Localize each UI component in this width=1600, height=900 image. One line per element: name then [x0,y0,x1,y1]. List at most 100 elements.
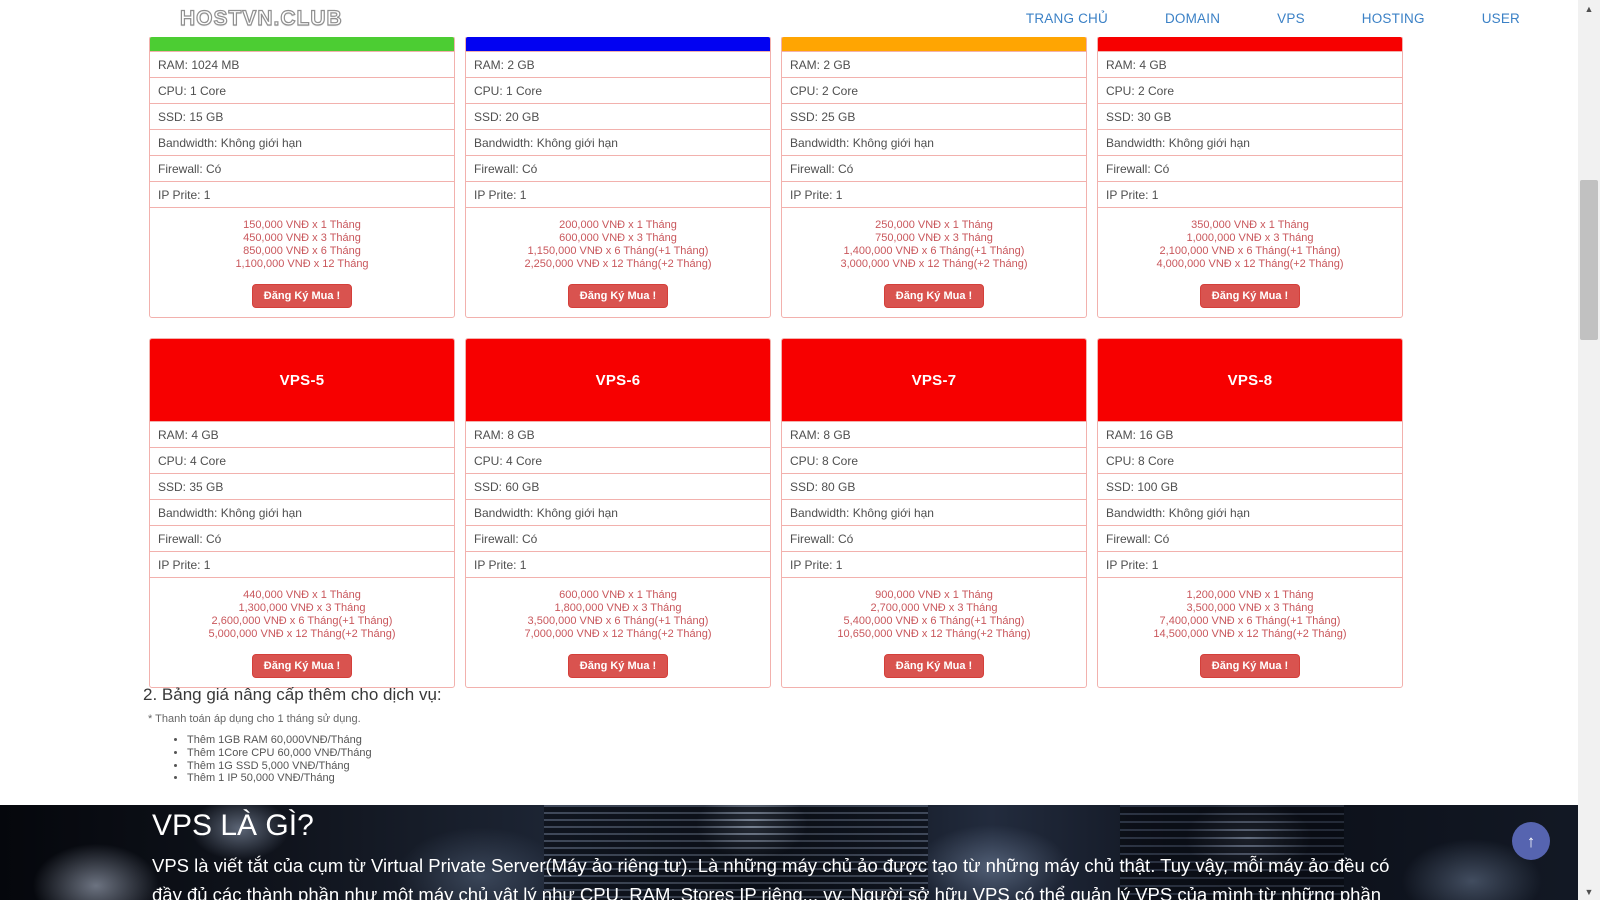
nav-item-user[interactable]: USER [1482,11,1520,26]
spec-ssd: SSD: 25 GB [782,103,1086,129]
browser-scrollbar[interactable]: ▲ ▼ [1578,0,1600,900]
buy-button[interactable]: Đăng Ký Mua ! [1199,284,1301,308]
spec-ip: IP Prite: 1 [1098,551,1402,577]
price-list: 440,000 VNĐ x 1 Tháng 1,300,000 VNĐ x 3 … [150,577,454,646]
price-6-month: 2,100,000 VNĐ x 6 Tháng(+1 Tháng) [1159,245,1341,257]
price-3-month: 450,000 VNĐ x 3 Tháng [243,232,361,244]
price-1-month: 150,000 VNĐ x 1 Tháng [243,219,361,231]
price-6-month: 5,400,000 VNĐ x 6 Tháng(+1 Tháng) [843,615,1025,627]
upgrade-item-ssd: Thêm 1G SSD 5,000 VNĐ/Tháng [187,760,1043,773]
spec-firewall: Firewall: Có [466,155,770,181]
plan-card-vps-6: VPS-6 RAM: 8 GB CPU: 4 Core SSD: 60 GB B… [465,338,771,688]
plan-header: VPS-5 [150,339,454,421]
scrollbar-down-arrow-icon[interactable]: ▼ [1578,883,1600,900]
plan-title: VPS-6 [595,371,641,389]
buy-button[interactable]: Đăng Ký Mua ! [1199,654,1301,678]
plan-card-4: RAM: 4 GB CPU: 2 Core SSD: 30 GB Bandwid… [1097,36,1403,318]
upgrade-item-ram: Thêm 1GB RAM 60,000VNĐ/Tháng [187,734,1043,747]
spec-bandwidth: Bandwidth: Không giới hạn [466,129,770,155]
price-1-month: 1,200,000 VNĐ x 1 Tháng [1186,589,1314,601]
site-logo[interactable]: HOSTVN.CLUB [179,6,343,31]
plan-header: VPS-8 [1098,339,1402,421]
price-12-month: 14,500,000 VNĐ x 12 Tháng(+2 Tháng) [1153,628,1347,640]
upgrade-heading: 2. Bảng giá nâng cấp thêm cho dịch vụ: [143,685,442,704]
spec-cpu: CPU: 2 Core [1098,77,1402,103]
spec-ram: RAM: 2 GB [782,51,1086,77]
plan-header: VPS-6 [466,339,770,421]
plan-card-vps-5: VPS-5 RAM: 4 GB CPU: 4 Core SSD: 35 GB B… [149,338,455,688]
plan-card-3: RAM: 2 GB CPU: 2 Core SSD: 25 GB Bandwid… [781,36,1087,318]
spec-firewall: Firewall: Có [782,155,1086,181]
spec-ram: RAM: 16 GB [1098,421,1402,447]
spec-cpu: CPU: 8 Core [782,447,1086,473]
scroll-to-top-button[interactable]: ↑ [1512,822,1550,860]
price-1-month: 250,000 VNĐ x 1 Tháng [875,219,993,231]
upgrade-note: * Thanh toán áp dụng cho 1 tháng sử dụng… [148,713,361,725]
plan-header [782,37,1086,51]
upgrade-item-ip: Thêm 1 IP 50,000 VNĐ/Tháng [187,772,1043,785]
buy-button[interactable]: Đăng Ký Mua ! [251,654,353,678]
vps-info-hero: VPS LÀ GÌ? VPS là viết tắt của cụm từ Vi… [0,805,1600,900]
price-12-month: 5,000,000 VNĐ x 12 Tháng(+2 Tháng) [208,628,396,640]
price-6-month: 2,600,000 VNĐ x 6 Tháng(+1 Tháng) [211,615,393,627]
plan-header [466,37,770,51]
spec-cpu: CPU: 2 Core [782,77,1086,103]
spec-ssd: SSD: 30 GB [1098,103,1402,129]
price-list: 200,000 VNĐ x 1 Tháng 600,000 VNĐ x 3 Th… [466,207,770,276]
buy-button[interactable]: Đăng Ký Mua ! [251,284,353,308]
spec-ip: IP Prite: 1 [782,551,1086,577]
buy-button[interactable]: Đăng Ký Mua ! [883,654,985,678]
plan-header [1098,37,1402,51]
top-navbar: HOSTVN.CLUB TRANG CHỦ DOMAIN VPS HOSTING… [0,0,1578,37]
scrollbar-thumb[interactable] [1580,180,1598,340]
spec-cpu: CPU: 4 Core [150,447,454,473]
buy-row: Đăng Ký Mua ! [782,276,1086,317]
upgrade-item-cpu: Thêm 1Core CPU 60,000 VNĐ/Tháng [187,747,1043,760]
nav-item-hosting[interactable]: HOSTING [1362,11,1425,26]
spec-ssd: SSD: 100 GB [1098,473,1402,499]
spec-ram: RAM: 8 GB [466,421,770,447]
price-3-month: 1,800,000 VNĐ x 3 Tháng [554,602,682,614]
upgrade-section: 2. Bảng giá nâng cấp thêm cho dịch vụ: *… [143,685,1043,785]
price-12-month: 7,000,000 VNĐ x 12 Tháng(+2 Tháng) [524,628,712,640]
spec-ssd: SSD: 35 GB [150,473,454,499]
buy-button[interactable]: Đăng Ký Mua ! [567,284,669,308]
price-1-month: 440,000 VNĐ x 1 Tháng [243,589,361,601]
spec-cpu: CPU: 1 Core [466,77,770,103]
spec-ip: IP Prite: 1 [1098,181,1402,207]
spec-bandwidth: Bandwidth: Không giới hạn [150,499,454,525]
price-1-month: 600,000 VNĐ x 1 Tháng [559,589,677,601]
spec-firewall: Firewall: Có [150,155,454,181]
price-1-month: 350,000 VNĐ x 1 Tháng [1191,219,1309,231]
spec-ram: RAM: 4 GB [1098,51,1402,77]
price-6-month: 7,400,000 VNĐ x 6 Tháng(+1 Tháng) [1159,615,1341,627]
buy-button[interactable]: Đăng Ký Mua ! [567,654,669,678]
spec-bandwidth: Bandwidth: Không giới hạn [466,499,770,525]
nav-item-domain[interactable]: DOMAIN [1165,11,1220,26]
spec-bandwidth: Bandwidth: Không giới hạn [150,129,454,155]
spec-ip: IP Prite: 1 [782,181,1086,207]
nav-item-vps[interactable]: VPS [1277,11,1305,26]
buy-row: Đăng Ký Mua ! [150,276,454,317]
buy-row: Đăng Ký Mua ! [1098,646,1402,687]
plans-row-1: RAM: 1024 MB CPU: 1 Core SSD: 15 GB Band… [149,36,1403,318]
nav-item-trang-chu[interactable]: TRANG CHỦ [1026,11,1108,26]
plan-title: VPS-8 [1227,371,1273,389]
spec-ip: IP Prite: 1 [466,181,770,207]
spec-firewall: Firewall: Có [1098,525,1402,551]
plan-title: VPS-7 [911,371,957,389]
price-3-month: 2,700,000 VNĐ x 3 Tháng [870,602,998,614]
spec-cpu: CPU: 1 Core [150,77,454,103]
price-list: 1,200,000 VNĐ x 1 Tháng 3,500,000 VNĐ x … [1098,577,1402,646]
spec-cpu: CPU: 8 Core [1098,447,1402,473]
spec-ip: IP Prite: 1 [466,551,770,577]
spec-firewall: Firewall: Có [150,525,454,551]
plan-card-1: RAM: 1024 MB CPU: 1 Core SSD: 15 GB Band… [149,36,455,318]
spec-bandwidth: Bandwidth: Không giới hạn [782,129,1086,155]
spec-ip: IP Prite: 1 [150,181,454,207]
scrollbar-up-arrow-icon[interactable]: ▲ [1578,0,1600,17]
spec-ssd: SSD: 80 GB [782,473,1086,499]
price-6-month: 1,150,000 VNĐ x 6 Tháng(+1 Tháng) [527,245,709,257]
spec-ram: RAM: 2 GB [466,51,770,77]
buy-button[interactable]: Đăng Ký Mua ! [883,284,985,308]
